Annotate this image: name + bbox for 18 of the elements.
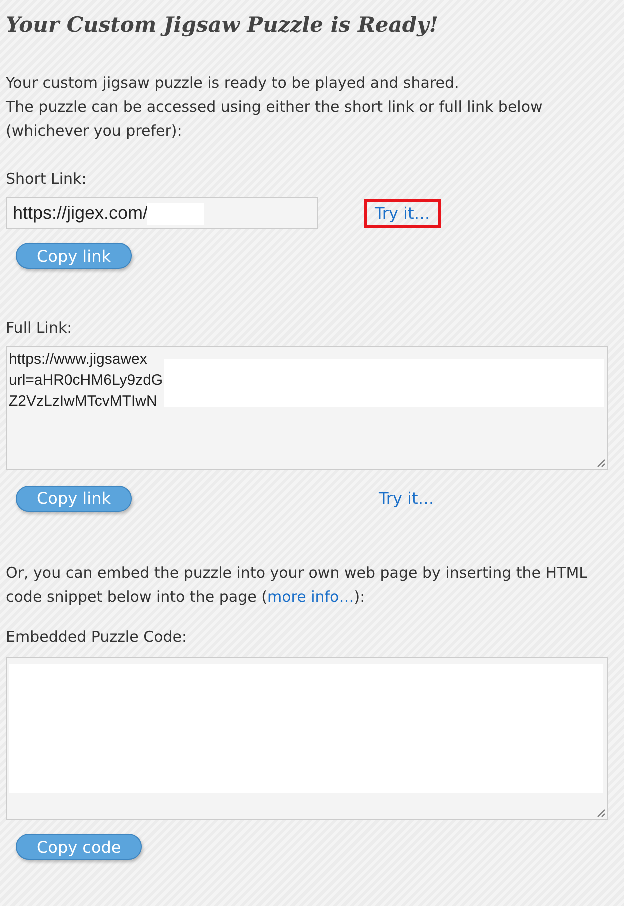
- try-it-link[interactable]: Try it…: [364, 198, 442, 228]
- copy-code-button[interactable]: Copy code: [16, 834, 142, 860]
- resize-grip-icon[interactable]: [596, 808, 606, 818]
- field-label: Short Link:: [6, 169, 88, 190]
- embedded-code-field[interactable]: [6, 657, 608, 820]
- full-link-field[interactable]: https://www.jigsawex url=aHR0cHM6Ly9zdG Z2VzLzIwMTcvMTIwN: [6, 346, 608, 470]
- intro-text: Your custom jigsaw puzzle is ready to be played and shared.: [6, 73, 460, 94]
- copy-link-button[interactable]: Copy link: [16, 486, 132, 512]
- resize-grip-icon[interactable]: [596, 458, 606, 468]
- field-label: Embedded Puzzle Code:: [6, 627, 188, 648]
- intro-text: The puzzle can be accessed using either the short link or full link below (whichever you prefer):: [6, 97, 544, 142]
- copy-link-button[interactable]: Copy link: [16, 243, 132, 269]
- field-label: Full Link:: [6, 318, 74, 339]
- short-link-field[interactable]: https://jigex.com/: [6, 197, 318, 229]
- more-info-link[interactable]: more info…: [267, 588, 354, 606]
- embed-instructions: Or, you can embed the puzzle into your own web page by inserting the HTML code snippet below into the page (more info…):: [6, 563, 589, 608]
- page-title: Your Custom Jigsaw Puzzle is Ready!: [6, 12, 440, 37]
- try-it-link[interactable]: Try it…: [368, 484, 446, 513]
